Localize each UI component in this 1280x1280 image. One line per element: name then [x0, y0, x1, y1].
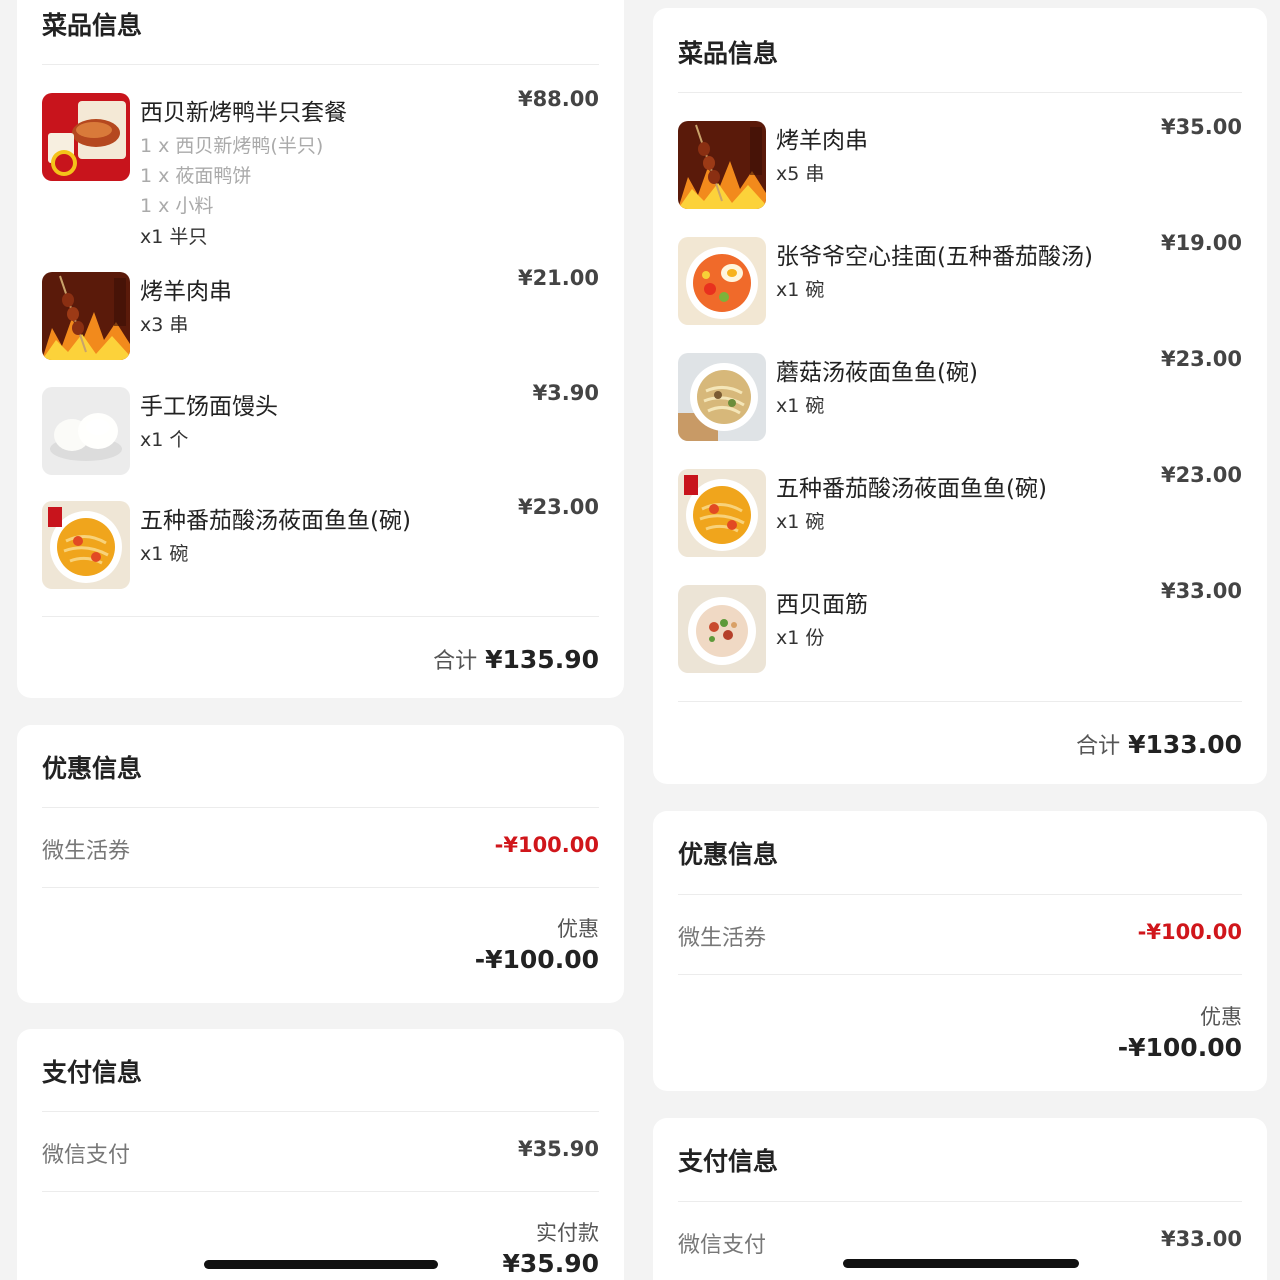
list-item[interactable]: 烤羊肉串 ¥35.00 x5 串 — [678, 115, 1242, 211]
divider — [678, 701, 1242, 702]
coupon-label: 微生活券 — [42, 839, 131, 864]
discount-title: 优惠信息 — [678, 840, 779, 869]
total-label: 合计 — [433, 649, 478, 674]
dishes-total: 合计 ¥133.00 — [1076, 728, 1242, 760]
item-price: ¥19.00 — [1160, 231, 1242, 255]
item-price: ¥21.00 — [517, 266, 599, 290]
tomato-soup-image — [42, 501, 130, 589]
payment-card: 支付信息 微信支付 ¥35.90 实付款 ¥35.90 — [17, 1029, 624, 1280]
item-qty: x1 个 — [140, 429, 189, 451]
payment-method-label: 微信支付 — [42, 1143, 131, 1168]
item-name: 西贝面筋 — [776, 592, 868, 618]
item-qty: x5 串 — [776, 163, 825, 185]
divider — [42, 616, 599, 617]
total-label: 合计 — [1076, 734, 1121, 759]
item-qty: x3 串 — [140, 314, 189, 336]
payment-method-value: ¥33.00 — [1160, 1227, 1242, 1251]
discount-sum-label: 优惠 — [557, 917, 599, 941]
list-item[interactable]: 西贝面筋 ¥33.00 x1 份 — [678, 579, 1242, 675]
item-price: ¥35.00 — [1160, 115, 1242, 139]
list-item[interactable]: 五种番茄酸汤莜面鱼鱼(碗) ¥23.00 x1 碗 — [42, 495, 599, 591]
payment-card: 支付信息 微信支付 ¥33.00 — [653, 1118, 1267, 1280]
total-value: ¥135.90 — [485, 645, 599, 674]
list-item[interactable]: 五种番茄酸汤莜面鱼鱼(碗) ¥23.00 x1 碗 — [678, 463, 1242, 559]
item-sub: 1 x 小料 — [140, 195, 214, 217]
list-item[interactable]: 蘑菇汤莜面鱼鱼(碗) ¥23.00 x1 碗 — [678, 347, 1242, 443]
gluten-image — [678, 585, 766, 673]
item-qty: x1 碗 — [776, 511, 825, 533]
coupon-label: 微生活券 — [678, 926, 767, 951]
list-item[interactable]: 手工饧面馒头 ¥3.90 x1 个 — [42, 381, 599, 477]
item-sub: 1 x 西贝新烤鸭(半只) — [140, 135, 324, 157]
item-name: 手工饧面馒头 — [140, 394, 278, 420]
paid-label: 实付款 — [536, 1221, 599, 1245]
item-name: 烤羊肉串 — [776, 128, 868, 154]
divider — [42, 1111, 599, 1112]
item-qty: x1 碗 — [776, 279, 825, 301]
discount-sum-value: -¥100.00 — [1117, 1033, 1242, 1062]
divider — [678, 894, 1242, 895]
discount-sum-label: 优惠 — [1200, 1005, 1242, 1029]
discount-title: 优惠信息 — [42, 754, 143, 783]
discount-card: 优惠信息 微生活券 -¥100.00 优惠 -¥100.00 — [653, 811, 1267, 1091]
item-sub: 1 x 莜面鸭饼 — [140, 165, 252, 187]
divider — [678, 92, 1242, 93]
steamed-bun-image — [42, 387, 130, 475]
item-price: ¥23.00 — [517, 495, 599, 519]
total-value: ¥133.00 — [1128, 730, 1242, 759]
divider — [678, 1201, 1242, 1202]
item-qty: x1 碗 — [140, 543, 189, 565]
dishes-card: 菜品信息 烤羊肉串 ¥35.00 x5 串 张爷爷空心挂面(五种番茄酸汤) ¥1… — [653, 8, 1267, 784]
tomato-soup-image — [678, 469, 766, 557]
coupon-value: -¥100.00 — [1137, 920, 1242, 944]
divider — [42, 1191, 599, 1192]
list-item[interactable]: 张爷爷空心挂面(五种番茄酸汤) ¥19.00 x1 碗 — [678, 231, 1242, 327]
item-name: 五种番茄酸汤莜面鱼鱼(碗) — [140, 508, 411, 534]
lamb-skewer-image — [678, 121, 766, 209]
item-price: ¥3.90 — [532, 381, 599, 405]
payment-method-label: 微信支付 — [678, 1233, 767, 1258]
divider — [678, 974, 1242, 975]
item-name: 五种番茄酸汤莜面鱼鱼(碗) — [776, 476, 1047, 502]
item-qty: x1 碗 — [776, 395, 825, 417]
list-item[interactable]: 烤羊肉串 ¥21.00 x3 串 — [42, 266, 599, 362]
left-screenshot: 菜品信息 西贝新烤鸭半只套餐 ¥88.00 1 x 西贝新烤鸭(半只) 1 x … — [0, 0, 640, 1280]
item-name: 西贝新烤鸭半只套餐 — [140, 100, 347, 126]
divider — [42, 887, 599, 888]
dishes-total: 合计 ¥135.90 — [433, 643, 599, 675]
mushroom-soup-image — [678, 353, 766, 441]
item-price: ¥23.00 — [1160, 347, 1242, 371]
roast-duck-image — [42, 93, 130, 181]
divider — [42, 807, 599, 808]
dishes-title: 菜品信息 — [678, 39, 779, 68]
dishes-card: 菜品信息 西贝新烤鸭半只套餐 ¥88.00 1 x 西贝新烤鸭(半只) 1 x … — [17, 0, 624, 698]
item-price: ¥23.00 — [1160, 463, 1242, 487]
item-qty: x1 半只 — [140, 226, 208, 248]
lamb-skewer-image — [42, 272, 130, 360]
item-name: 烤羊肉串 — [140, 279, 232, 305]
home-indicator[interactable] — [204, 1260, 438, 1269]
payment-title: 支付信息 — [42, 1058, 143, 1087]
item-name: 蘑菇汤莜面鱼鱼(碗) — [776, 360, 978, 386]
list-item[interactable]: 西贝新烤鸭半只套餐 ¥88.00 1 x 西贝新烤鸭(半只) 1 x 莜面鸭饼 … — [42, 87, 599, 253]
coupon-value: -¥100.00 — [494, 833, 599, 857]
divider — [42, 64, 599, 65]
payment-method-value: ¥35.90 — [517, 1137, 599, 1161]
right-screenshot: 菜品信息 烤羊肉串 ¥35.00 x5 串 张爷爷空心挂面(五种番茄酸汤) ¥1… — [640, 0, 1280, 1280]
item-price: ¥88.00 — [517, 87, 599, 111]
paid-value: ¥35.90 — [502, 1249, 599, 1278]
payment-title: 支付信息 — [678, 1147, 779, 1176]
home-indicator[interactable] — [843, 1259, 1079, 1268]
item-name: 张爷爷空心挂面(五种番茄酸汤) — [776, 244, 1093, 270]
discount-card: 优惠信息 微生活券 -¥100.00 优惠 -¥100.00 — [17, 725, 624, 1003]
discount-sum-value: -¥100.00 — [474, 945, 599, 974]
tomato-noodle-image — [678, 237, 766, 325]
dishes-title: 菜品信息 — [42, 11, 143, 40]
item-qty: x1 份 — [776, 627, 825, 649]
item-price: ¥33.00 — [1160, 579, 1242, 603]
